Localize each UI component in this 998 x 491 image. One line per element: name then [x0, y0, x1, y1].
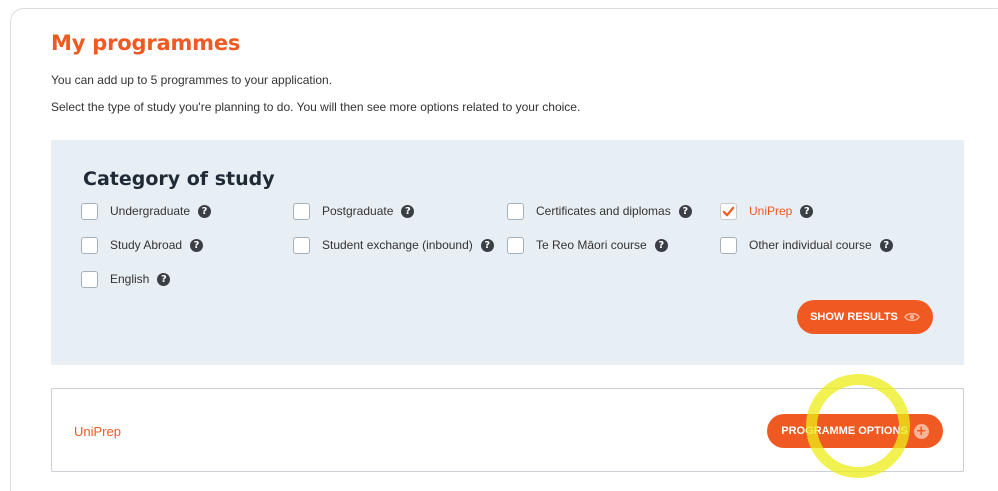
show-results-label: SHOW RESULTS [810, 311, 898, 323]
option-postgraduate[interactable]: Postgraduate ? [293, 202, 415, 220]
option-label: Te Reo Māori course [536, 238, 647, 252]
help-icon[interactable]: ? [401, 204, 415, 218]
option-undergraduate[interactable]: Undergraduate ? [81, 202, 212, 220]
checkbox[interactable] [507, 202, 524, 220]
option-study-abroad[interactable]: Study Abroad ? [81, 236, 204, 254]
intro-text-limit: You can add up to 5 programmes to your a… [51, 73, 333, 87]
help-icon[interactable]: ? [198, 204, 212, 218]
eye-icon [904, 312, 920, 322]
category-of-study-panel: Category of study Undergraduate ? Postgr… [51, 140, 964, 365]
option-label: Certificates and diplomas [536, 204, 671, 218]
option-label: Other individual course [749, 238, 872, 252]
checkmark-icon [722, 206, 735, 216]
selected-programme-row: UniPrep PROGRAMME OPTIONS + [51, 388, 964, 472]
checkbox-checked[interactable] [720, 202, 737, 220]
checkbox[interactable] [81, 270, 98, 288]
page-title: My programmes [51, 31, 241, 55]
help-icon[interactable]: ? [800, 204, 814, 218]
show-results-button[interactable]: SHOW RESULTS [797, 300, 933, 334]
help-icon[interactable]: ? [480, 238, 494, 252]
programme-options-label: PROGRAMME OPTIONS [781, 425, 908, 437]
option-student-exchange[interactable]: Student exchange (inbound) ? [293, 236, 494, 254]
option-other-individual-course[interactable]: Other individual course ? [720, 236, 893, 254]
checkbox[interactable] [293, 236, 310, 254]
option-uniprep[interactable]: UniPrep ? [720, 202, 814, 220]
checkbox[interactable] [293, 202, 310, 220]
help-icon[interactable]: ? [678, 204, 692, 218]
option-label: UniPrep [749, 204, 793, 218]
help-icon[interactable]: ? [879, 238, 893, 252]
option-te-reo-maori-course[interactable]: Te Reo Māori course ? [507, 236, 668, 254]
option-label: Study Abroad [110, 238, 183, 252]
option-certificates-and-diplomas[interactable]: Certificates and diplomas ? [507, 202, 692, 220]
selected-programme-label: UniPrep [74, 424, 121, 439]
option-label: English [110, 272, 150, 286]
option-english[interactable]: English ? [81, 270, 171, 288]
plus-circle-icon: + [913, 423, 929, 439]
help-icon[interactable]: ? [157, 272, 171, 286]
checkbox[interactable] [720, 236, 737, 254]
intro-text-instructions: Select the type of study you're planning… [51, 100, 581, 114]
option-label: Undergraduate [110, 204, 191, 218]
checkbox[interactable] [81, 202, 98, 220]
help-icon[interactable]: ? [190, 238, 204, 252]
help-icon[interactable]: ? [654, 238, 668, 252]
checkbox[interactable] [81, 236, 98, 254]
option-label: Postgraduate [322, 204, 394, 218]
category-title: Category of study [83, 168, 275, 190]
programme-options-button[interactable]: PROGRAMME OPTIONS + [767, 414, 943, 448]
option-label: Student exchange (inbound) [322, 238, 473, 252]
checkbox[interactable] [507, 236, 524, 254]
